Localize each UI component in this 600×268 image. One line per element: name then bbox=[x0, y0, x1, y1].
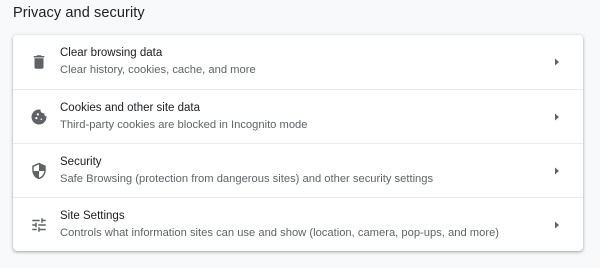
section-title: Privacy and security bbox=[13, 5, 145, 21]
row-sublabel: Third-party cookies are blocked in Incog… bbox=[60, 119, 308, 131]
chevron-right-icon bbox=[551, 165, 563, 177]
row-sublabel: Clear history, cookies, cache, and more bbox=[60, 64, 256, 76]
row-label: Clear browsing data bbox=[60, 47, 163, 59]
row-label: Security bbox=[60, 156, 102, 168]
settings-card: Clear browsing data Clear history, cooki… bbox=[13, 35, 583, 251]
shield-icon bbox=[29, 161, 49, 181]
trash-icon bbox=[29, 52, 49, 72]
tune-icon bbox=[29, 215, 49, 235]
chevron-right-icon bbox=[551, 56, 563, 68]
row-security[interactable]: Security Safe Browsing (protection from … bbox=[13, 143, 583, 197]
row-cookies-and-site-data[interactable]: Cookies and other site data Third-party … bbox=[13, 89, 583, 143]
row-site-settings[interactable]: Site Settings Controls what information … bbox=[13, 197, 583, 251]
row-label: Site Settings bbox=[60, 210, 125, 222]
chevron-right-icon bbox=[551, 111, 563, 123]
row-sublabel: Controls what information sites can use … bbox=[60, 227, 500, 239]
row-label: Cookies and other site data bbox=[60, 102, 201, 114]
cookie-icon bbox=[29, 107, 49, 127]
row-sublabel: Safe Browsing (protection from dangerous… bbox=[60, 173, 434, 185]
chevron-right-icon bbox=[551, 219, 563, 231]
row-clear-browsing-data[interactable]: Clear browsing data Clear history, cooki… bbox=[13, 35, 583, 89]
